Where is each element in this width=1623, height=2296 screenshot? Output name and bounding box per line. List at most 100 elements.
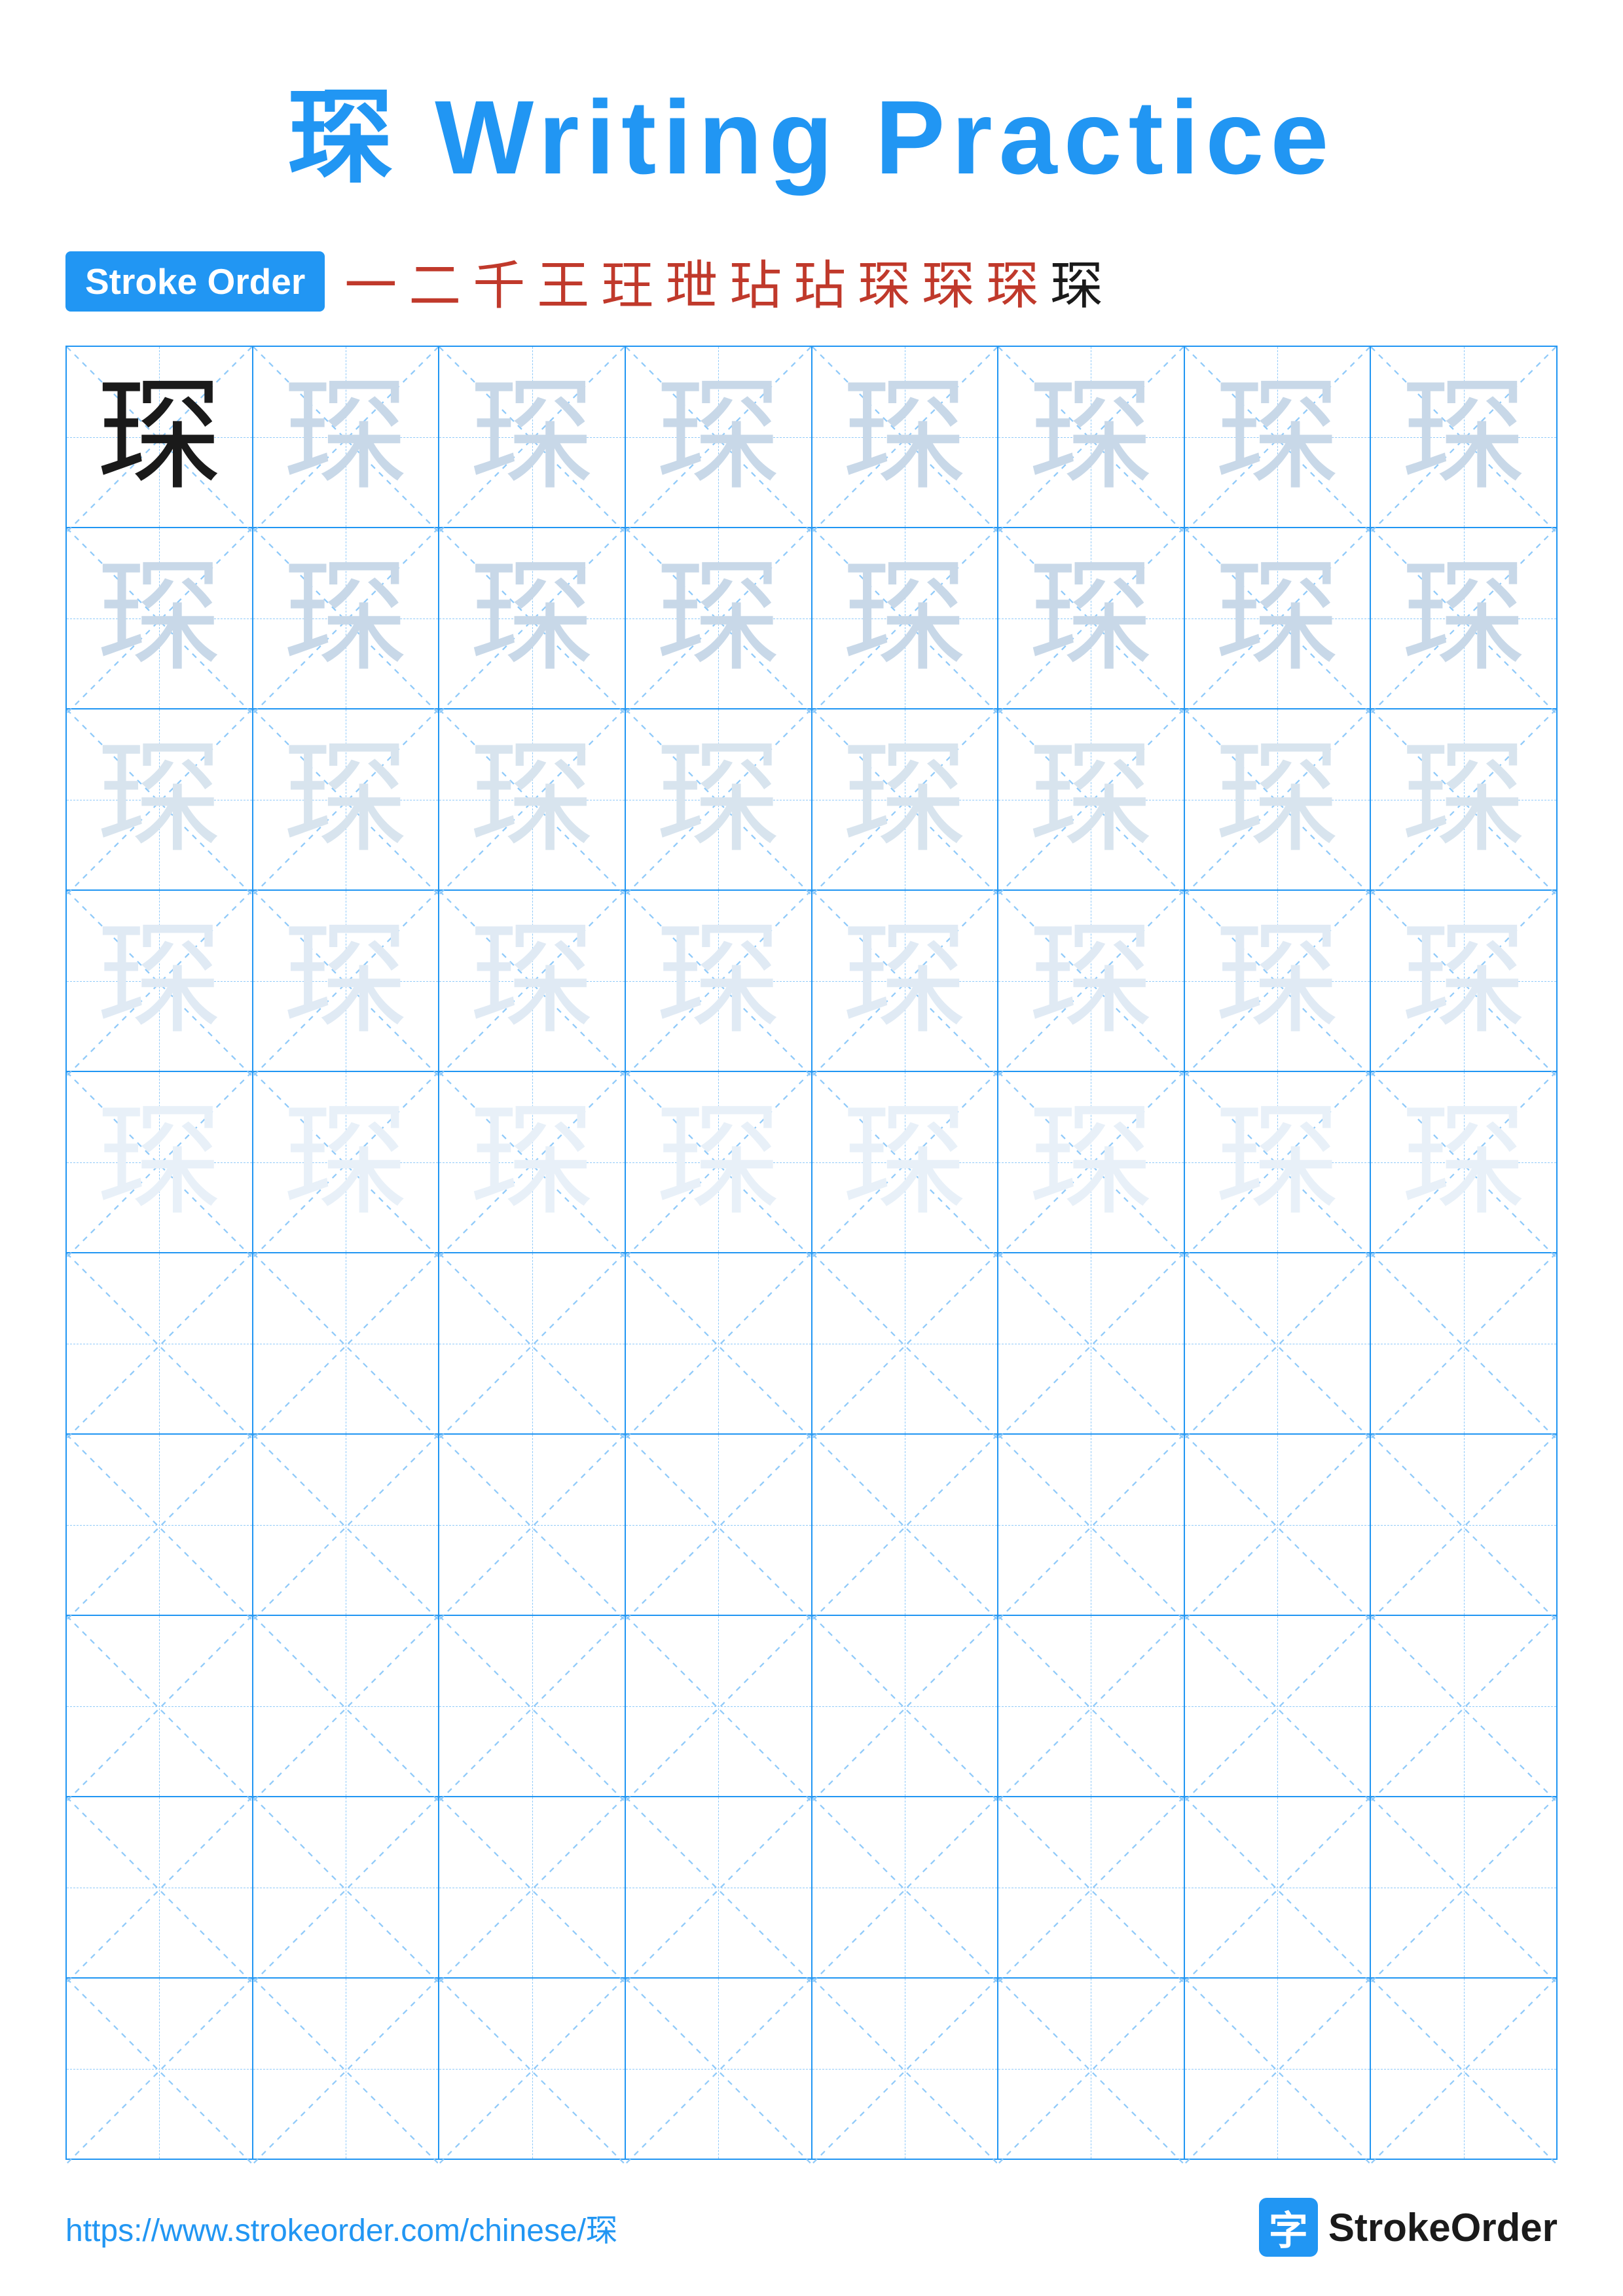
table-row [66, 1434, 253, 1615]
practice-char: 琛 [843, 912, 967, 1050]
stroke-step-5: 玨 [601, 243, 653, 319]
practice-char: 琛 [97, 368, 221, 506]
table-row [439, 1797, 625, 1978]
table-row: 琛 [439, 528, 625, 709]
table-row [439, 1978, 625, 2159]
stroke-step-8: 玷 [793, 243, 846, 319]
table-row [812, 1253, 998, 1434]
table-row [625, 1615, 812, 1797]
table-row: 琛 [1184, 890, 1371, 1071]
practice-char: 琛 [97, 912, 221, 1050]
practice-char: 琛 [470, 1094, 594, 1231]
table-row [1370, 1797, 1557, 1978]
table-row: 琛 [66, 1071, 253, 1253]
table-row: 琛 [998, 890, 1184, 1071]
table-row [812, 1434, 998, 1615]
practice-char: 琛 [1402, 368, 1526, 506]
practice-char: 琛 [1029, 368, 1153, 506]
table-row [1370, 1615, 1557, 1797]
table-row [998, 1797, 1184, 1978]
footer-logo-text: StrokeOrder [1328, 2205, 1558, 2250]
stroke-sequence: 一 二 千 王 玨 玴 玷 玷 琛 琛 琛 琛 [344, 243, 1103, 319]
table-row [1184, 1797, 1371, 1978]
stroke-step-7: 玷 [729, 243, 782, 319]
stroke-step-11: 琛 [986, 243, 1038, 319]
table-row [998, 1615, 1184, 1797]
table-row: 琛 [625, 890, 812, 1071]
table-row [1184, 1978, 1371, 2159]
practice-char: 琛 [470, 912, 594, 1050]
table-row [253, 1797, 439, 1978]
table-row: 琛 [253, 1071, 439, 1253]
practice-char: 琛 [656, 368, 780, 506]
table-row [812, 1978, 998, 2159]
practice-char: 琛 [1402, 731, 1526, 869]
table-row [253, 1978, 439, 2159]
practice-char: 琛 [470, 731, 594, 869]
practice-char: 琛 [1029, 731, 1153, 869]
table-row: 琛 [253, 890, 439, 1071]
table-row [66, 1615, 253, 1797]
table-row: 琛 [66, 528, 253, 709]
practice-char: 琛 [656, 731, 780, 869]
table-row: 琛 [253, 528, 439, 709]
table-row [253, 1434, 439, 1615]
table-row: 琛 [625, 709, 812, 890]
table-row [998, 1978, 1184, 2159]
table-row: 琛 [998, 346, 1184, 528]
table-row [1184, 1434, 1371, 1615]
table-row: 琛 [439, 1071, 625, 1253]
table-row [1184, 1253, 1371, 1434]
stroke-step-10: 琛 [922, 243, 974, 319]
practice-char: 琛 [1215, 731, 1340, 869]
practice-char: 琛 [97, 550, 221, 687]
practice-char: 琛 [470, 550, 594, 687]
footer: https://www.strokeorder.com/chinese/琛 字 … [65, 2172, 1558, 2257]
table-row: 琛 [625, 346, 812, 528]
practice-char: 琛 [1215, 912, 1340, 1050]
table-row: 琛 [253, 346, 439, 528]
practice-char: 琛 [1029, 550, 1153, 687]
footer-logo-icon: 字 [1259, 2198, 1318, 2257]
stroke-step-9: 琛 [858, 243, 910, 319]
table-row: 琛 [439, 709, 625, 890]
stroke-order-row: Stroke Order 一 二 千 王 玨 玴 玷 玷 琛 琛 琛 琛 [65, 243, 1558, 319]
table-row [998, 1253, 1184, 1434]
table-row [625, 1434, 812, 1615]
table-row [439, 1434, 625, 1615]
practice-char: 琛 [1402, 550, 1526, 687]
table-row [253, 1615, 439, 1797]
table-row [66, 1978, 253, 2159]
table-row: 琛 [66, 346, 253, 528]
table-row: 琛 [1370, 709, 1557, 890]
practice-char: 琛 [843, 368, 967, 506]
practice-char: 琛 [1215, 550, 1340, 687]
practice-char: 琛 [843, 1094, 967, 1231]
stroke-step-2: 二 [409, 243, 461, 319]
page: 琛 Writing Practice Stroke Order 一 二 千 王 … [0, 0, 1623, 2296]
stroke-step-1: 一 [344, 243, 397, 319]
stroke-order-badge: Stroke Order [65, 251, 325, 312]
practice-char: 琛 [1029, 912, 1153, 1050]
table-row: 琛 [253, 709, 439, 890]
table-row: 琛 [998, 1071, 1184, 1253]
table-row: 琛 [1184, 346, 1371, 528]
footer-logo: 字 StrokeOrder [1259, 2198, 1558, 2257]
table-row: 琛 [1184, 1071, 1371, 1253]
table-row: 琛 [1370, 528, 1557, 709]
table-row: 琛 [625, 1071, 812, 1253]
table-row [625, 1797, 812, 1978]
practice-char: 琛 [656, 1094, 780, 1231]
table-row: 琛 [812, 709, 998, 890]
practice-char: 琛 [283, 368, 408, 506]
table-row: 琛 [998, 528, 1184, 709]
practice-char: 琛 [283, 550, 408, 687]
stroke-step-6: 玴 [665, 243, 718, 319]
table-row: 琛 [625, 528, 812, 709]
table-row: 琛 [439, 890, 625, 1071]
practice-char: 琛 [97, 1094, 221, 1231]
table-row: 琛 [439, 346, 625, 528]
practice-char: 琛 [97, 731, 221, 869]
table-row: 琛 [66, 890, 253, 1071]
practice-char: 琛 [283, 1094, 408, 1231]
